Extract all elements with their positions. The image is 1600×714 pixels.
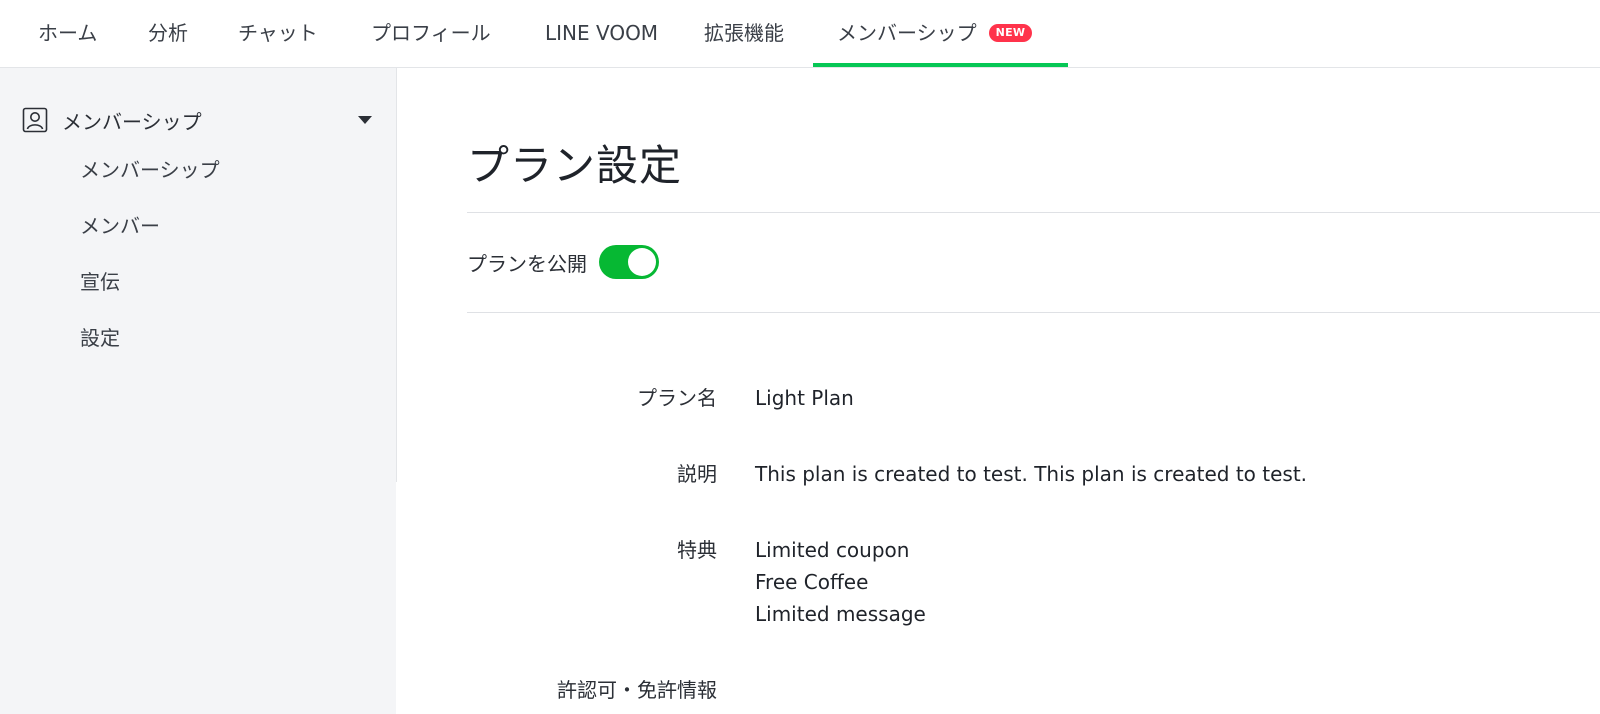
description-value: This plan is created to test. This plan … [755,462,1308,486]
tab-chat[interactable]: チャット [238,0,318,67]
toggle-knob [628,248,656,276]
tab-analytics[interactable]: 分析 [148,0,188,67]
sidebar-section-membership[interactable]: メンバーシップ [22,104,372,136]
license-info-label: 許認可・免許情報 [557,678,717,702]
description-label: 説明 [677,462,717,486]
tab-membership[interactable]: メンバーシップ NEW [837,0,1033,67]
new-badge: NEW [988,23,1033,42]
divider [467,212,1600,213]
tab-profile[interactable]: プロフィール [371,0,491,67]
benefit-item: Free Coffee [755,570,869,594]
publish-label: プランを公開 [467,251,587,276]
tab-line-voom[interactable]: LINE VOOM [545,0,658,67]
sidebar-section-label: メンバーシップ [62,109,202,134]
page-title: プラン設定 [467,141,683,190]
main-content: プラン設定 プランを公開 プラン名 Light Plan 説明 This pla… [397,68,1600,714]
sidebar-item-promotion[interactable]: 宣伝 [80,268,120,296]
active-tab-indicator [813,63,1068,67]
sidebar-item-membership[interactable]: メンバーシップ [80,156,220,184]
tab-membership-label: メンバーシップ [837,21,977,45]
person-card-icon [22,107,48,133]
benefit-item: Limited message [755,602,926,626]
benefits-label: 特典 [677,538,717,562]
publish-toggle[interactable] [599,245,659,279]
plan-name-label: プラン名 [637,386,717,410]
tab-extensions[interactable]: 拡張機能 [704,0,784,67]
plan-name-value: Light Plan [755,386,854,410]
sidebar: メンバーシップ メンバーシップ メンバー 宣伝 設定 [0,68,396,714]
sidebar-item-members[interactable]: メンバー [80,212,160,240]
chevron-down-icon[interactable] [358,116,372,124]
sidebar-item-settings[interactable]: 設定 [80,324,120,352]
publish-row: プランを公開 [467,242,659,282]
top-navigation: ホーム 分析 チャット プロフィール LINE VOOM 拡張機能 メンバーシッ… [0,0,1600,68]
benefits-list: Limited coupon Free Coffee Limited messa… [755,534,926,630]
divider [467,312,1600,313]
tab-home[interactable]: ホーム [38,0,97,67]
benefit-item: Limited coupon [755,538,910,562]
